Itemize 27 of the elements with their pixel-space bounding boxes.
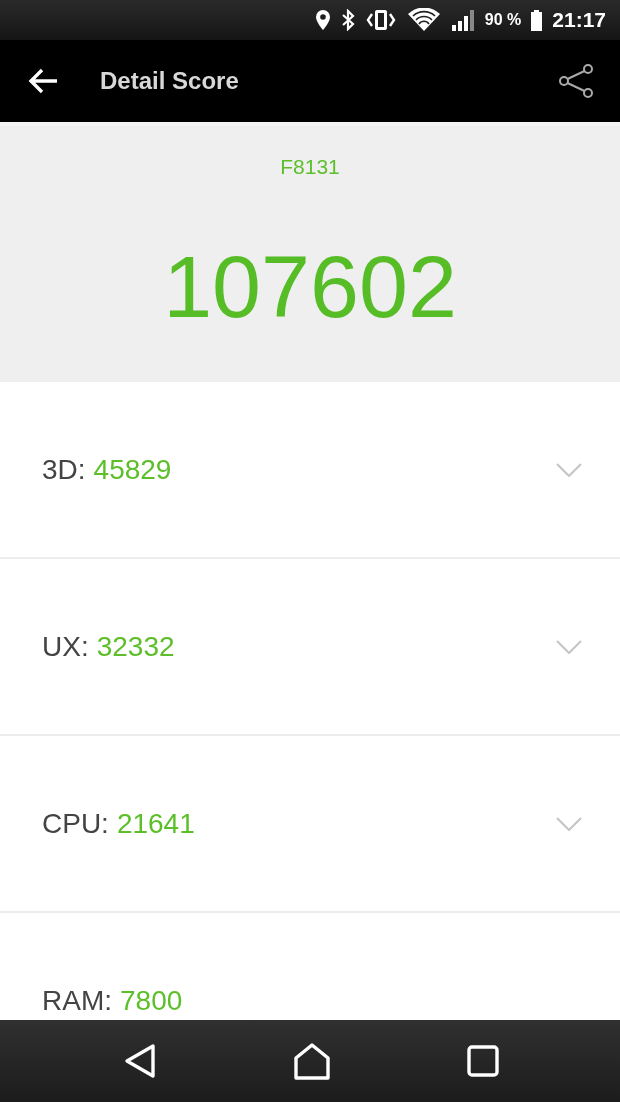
battery-percent: 90 % [484, 10, 522, 30]
score-value: 7800 [120, 983, 184, 1018]
signal-icon [450, 9, 475, 31]
score-value: 21641 [116, 806, 196, 841]
back-icon[interactable] [123, 1043, 157, 1079]
back-arrow-icon[interactable] [28, 68, 58, 94]
recents-icon[interactable] [467, 1045, 499, 1077]
wifi-icon [406, 8, 441, 32]
score-label: CPU: [42, 806, 109, 841]
score-label: RAM: [42, 983, 112, 1018]
screen-title: Detail Score [100, 66, 240, 96]
score-label: 3D: [42, 452, 86, 487]
chevron-down-icon [556, 639, 582, 654]
location-pin-icon [314, 9, 331, 31]
total-score: 107602 [163, 237, 457, 337]
vibrate-icon [364, 9, 397, 31]
battery-icon [531, 9, 543, 31]
score-label: UX: [42, 629, 89, 664]
clock-time: 21:17 [552, 8, 606, 32]
score-value: 45829 [93, 452, 173, 487]
chevron-down-icon [556, 816, 582, 831]
score-value: 32332 [96, 629, 176, 664]
chevron-down-icon [556, 462, 582, 477]
device-model: F8131 [280, 155, 340, 179]
bluetooth-icon [340, 9, 355, 31]
home-icon[interactable] [293, 1042, 331, 1080]
share-icon[interactable] [558, 64, 594, 98]
